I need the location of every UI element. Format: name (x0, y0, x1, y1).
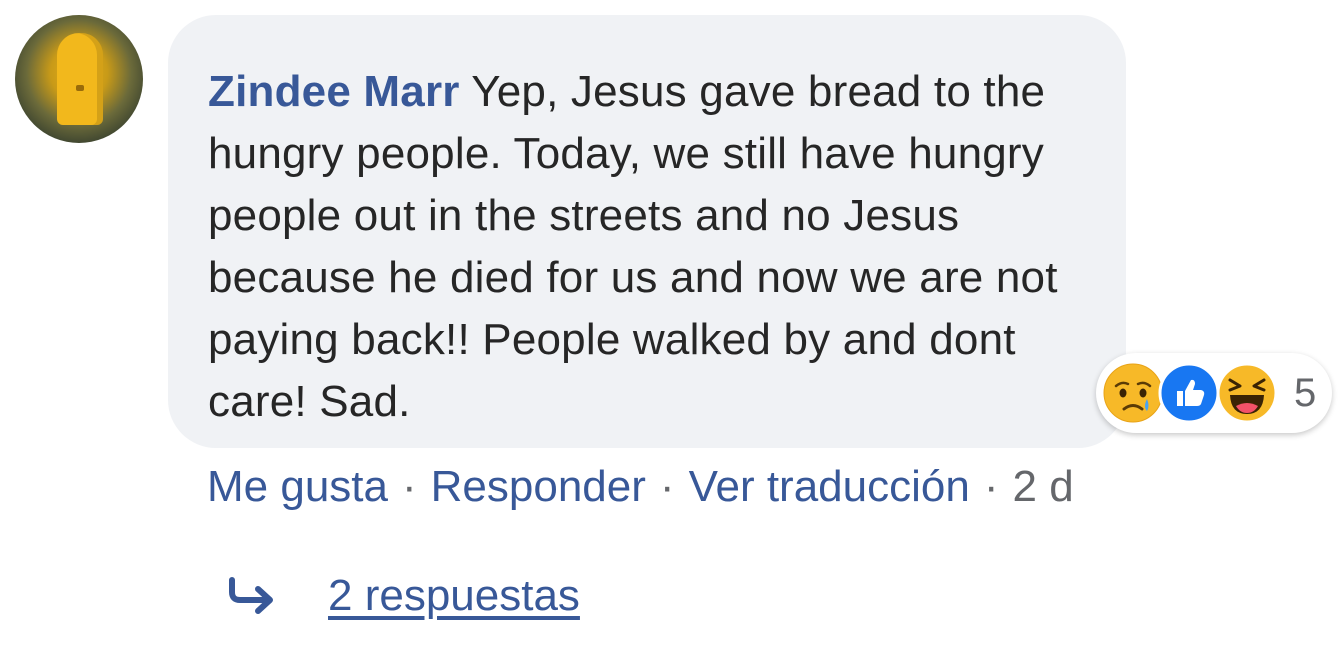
avatar[interactable] (15, 15, 143, 143)
separator: · (659, 462, 675, 511)
like-link[interactable]: Me gusta (207, 462, 388, 511)
separator: · (983, 462, 999, 511)
reactions-summary[interactable]: 5 (1096, 353, 1332, 433)
like-icon (1158, 362, 1220, 424)
reply-link[interactable]: Responder (431, 462, 646, 511)
see-translation-link[interactable]: Ver traducción (689, 462, 970, 511)
sad-icon (1103, 363, 1163, 423)
comment-body: Yep, Jesus gave bread to the hungry peop… (208, 67, 1058, 426)
comment-bubble: Zindee Marr Yep, Jesus gave bread to the… (168, 15, 1126, 448)
comment-author[interactable]: Zindee Marr (208, 67, 460, 116)
reaction-count: 5 (1294, 371, 1317, 415)
replies-count-label[interactable]: 2 respuestas (328, 571, 580, 621)
separator: · (401, 462, 417, 511)
haha-icon (1216, 362, 1278, 424)
comment-timestamp[interactable]: 2 d (1013, 462, 1074, 511)
view-replies-link[interactable]: 2 respuestas (226, 566, 580, 626)
reply-arrow-icon (229, 577, 273, 614)
comment-actions: Me gusta · Responder · Ver traducción · 2 d (207, 459, 1074, 515)
avatar-figure (57, 33, 103, 125)
comment-text-block: Zindee Marr Yep, Jesus gave bread to the… (208, 61, 1086, 433)
